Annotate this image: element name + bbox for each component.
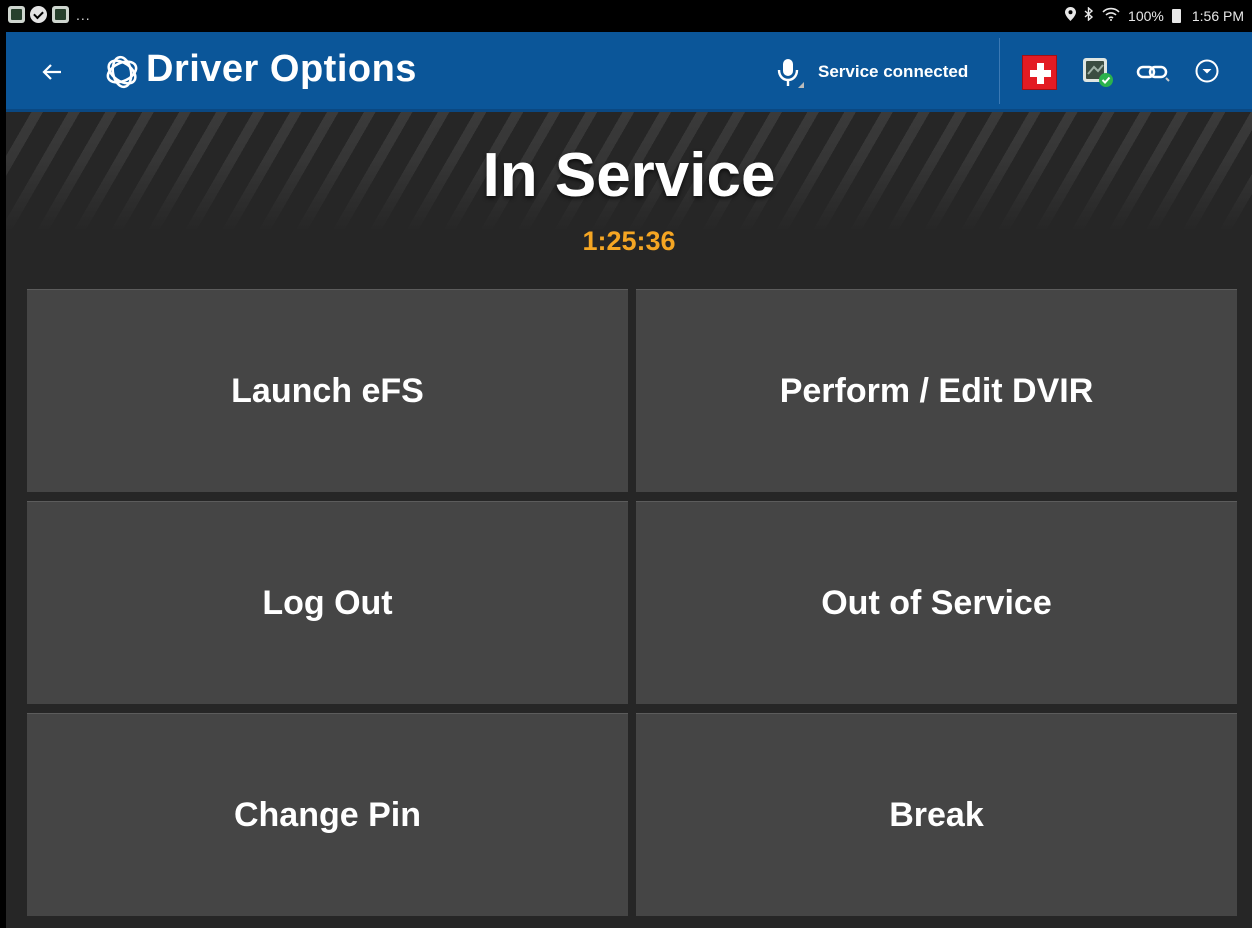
- trimble-globe-icon: [102, 52, 142, 92]
- back-button[interactable]: [34, 54, 70, 90]
- break-button[interactable]: Break: [636, 713, 1237, 916]
- system-status-bar: ... 100% 1:56 PM: [0, 0, 1252, 32]
- perform-edit-dvir-button[interactable]: Perform / Edit DVIR: [636, 289, 1237, 492]
- out-of-service-button[interactable]: Out of Service: [636, 501, 1237, 704]
- battery-level: 100%: [1128, 7, 1164, 24]
- wifi-icon: [1102, 7, 1120, 24]
- medic-cross-icon[interactable]: [1022, 55, 1057, 90]
- arrow-left-icon: [42, 64, 61, 80]
- clock: 1:56 PM: [1191, 7, 1244, 24]
- page-title: Driver Options: [146, 48, 417, 90]
- service-state-heading: In Service: [482, 141, 776, 210]
- log-out-button[interactable]: Log Out: [27, 501, 628, 704]
- launch-efs-button[interactable]: Launch eFS: [27, 289, 628, 492]
- notification-icons: ...: [8, 6, 91, 23]
- service-status: Service connected: [818, 62, 969, 81]
- battery-icon: [1171, 8, 1181, 23]
- microphone-icon: [777, 59, 804, 88]
- link-icon[interactable]: [1136, 62, 1170, 82]
- gallery-icon: [52, 6, 69, 23]
- device-check-icon[interactable]: [1082, 56, 1114, 88]
- more-notifications: ...: [76, 6, 91, 23]
- service-timer: 1:25:36: [582, 226, 676, 256]
- app-bar-divider: [999, 38, 1000, 104]
- gallery-icon: [8, 6, 25, 23]
- check-circle-icon: [30, 6, 47, 23]
- change-pin-button[interactable]: Change Pin: [27, 713, 628, 916]
- driver-options-panel: In Service 1:25:36 Launch eFS Perform / …: [6, 112, 1252, 928]
- location-pin-icon: [1065, 7, 1077, 24]
- options-grid: Launch eFS Perform / Edit DVIR Log Out O…: [27, 289, 1237, 917]
- app-window: ... 100% 1:56 PM Driver Options Service …: [0, 0, 1252, 928]
- app-bar: Driver Options Service connected: [6, 32, 1252, 112]
- chevron-down-circle-icon[interactable]: [1194, 58, 1220, 84]
- bluetooth-icon: [1084, 6, 1094, 24]
- system-indicators: 100% 1:56 PM: [1065, 6, 1244, 24]
- microphone-button[interactable]: [772, 56, 806, 90]
